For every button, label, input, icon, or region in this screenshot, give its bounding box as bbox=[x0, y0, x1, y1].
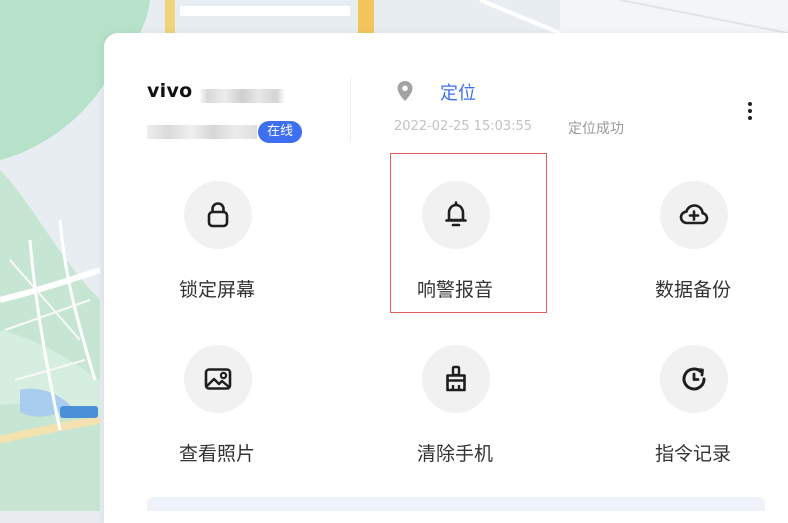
action-label: 数据备份 bbox=[654, 279, 731, 301]
image-icon-circle bbox=[184, 345, 252, 413]
clock-history-icon bbox=[682, 367, 706, 391]
action-label: 响警报音 bbox=[416, 279, 493, 301]
bottom-panel bbox=[147, 497, 765, 511]
bell-icon bbox=[445, 201, 467, 227]
more-options-icon[interactable] bbox=[736, 97, 764, 127]
location-status: 定位成功 bbox=[568, 121, 624, 137]
clock-history-icon-circle bbox=[660, 345, 728, 413]
locate-link[interactable]: 定位 bbox=[440, 79, 476, 105]
action-label: 锁定屏幕 bbox=[178, 279, 255, 301]
brush-icon-circle bbox=[422, 345, 490, 413]
blurred-model bbox=[199, 89, 285, 103]
image-icon bbox=[204, 368, 232, 390]
lock-icon bbox=[207, 202, 229, 228]
device-card: vivo 在线 定位 2022-02-25 15:03:55 定位成功 锁定屏幕 bbox=[104, 33, 788, 523]
location-timestamp: 2022-02-25 15:03:55 bbox=[394, 119, 533, 134]
header-divider bbox=[350, 77, 351, 141]
lock-icon-circle bbox=[184, 181, 252, 249]
action-label: 指令记录 bbox=[654, 443, 731, 465]
action-data-backup[interactable]: 数据备份 bbox=[618, 177, 768, 307]
cloud-plus-icon-circle bbox=[660, 181, 728, 249]
bell-icon-circle bbox=[422, 181, 490, 249]
action-label: 查看照片 bbox=[178, 443, 255, 465]
action-label: 清除手机 bbox=[416, 443, 493, 465]
cloud-plus-icon bbox=[679, 204, 709, 225]
status-badge: 在线 bbox=[258, 121, 303, 143]
device-name: vivo bbox=[147, 80, 193, 102]
action-sound-alarm[interactable]: 响警报音 bbox=[380, 177, 530, 307]
action-lock-screen[interactable]: 锁定屏幕 bbox=[142, 177, 292, 307]
brush-icon bbox=[446, 365, 466, 392]
action-wipe-phone[interactable]: 清除手机 bbox=[380, 341, 530, 471]
action-command-history[interactable]: 指令记录 bbox=[618, 341, 768, 471]
action-view-photos[interactable]: 查看照片 bbox=[142, 341, 292, 471]
blurred-account bbox=[147, 125, 257, 139]
location-pin-icon bbox=[397, 81, 413, 101]
